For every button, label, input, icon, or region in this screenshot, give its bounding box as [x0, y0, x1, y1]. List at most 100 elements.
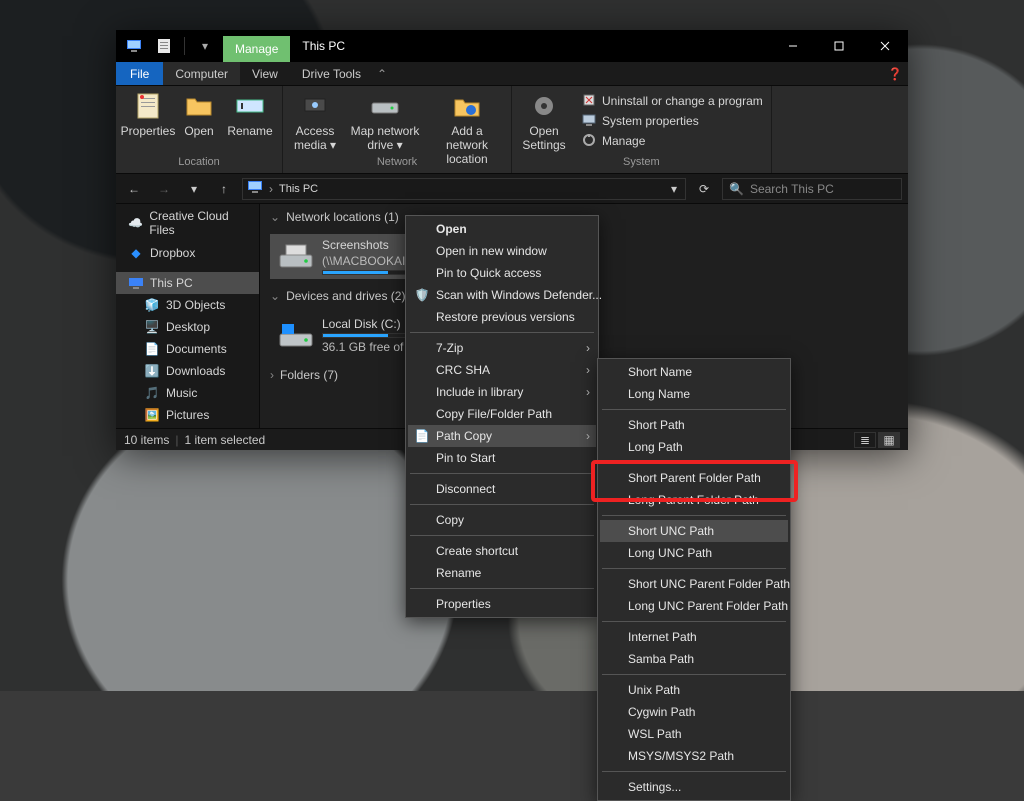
ribbon-uninstall[interactable]: Uninstall or change a program	[582, 92, 763, 110]
maximize-button[interactable]	[816, 30, 862, 62]
ctx-include-library[interactable]: Include in library›	[408, 381, 596, 403]
ribbon-rename[interactable]: Rename	[226, 90, 274, 138]
ribbon-open[interactable]: Open	[182, 90, 216, 138]
sub-samba-path[interactable]: Samba Path	[600, 648, 788, 670]
tree-ccf-label: Creative Cloud Files	[149, 209, 253, 237]
ctx-open-new-label: Open in new window	[436, 244, 547, 258]
ctx-copy-file-path[interactable]: Copy File/Folder Path	[408, 403, 596, 425]
ctx-pin-start[interactable]: Pin to Start	[408, 447, 596, 469]
tree-item-dropbox[interactable]: ◆Dropbox	[116, 242, 259, 264]
ctx-defender-label: Scan with Windows Defender...	[436, 288, 602, 302]
sub-short-unc[interactable]: Short UNC Path	[600, 520, 788, 542]
ribbon-open-settings[interactable]: Open Settings	[520, 90, 568, 152]
tab-computer[interactable]: Computer	[163, 62, 240, 85]
manage-icon	[582, 133, 596, 150]
ctx-create-shortcut[interactable]: Create shortcut	[408, 540, 596, 562]
sub-long-path[interactable]: Long Path	[600, 436, 788, 458]
tree-item-pictures[interactable]: 🖼️Pictures	[116, 404, 259, 426]
view-details-button[interactable]: ≣	[854, 432, 876, 448]
ctx-defender-scan[interactable]: 🛡️Scan with Windows Defender...	[408, 284, 596, 306]
title-context-tab[interactable]: Manage	[223, 36, 290, 62]
ctx-restore-versions[interactable]: Restore previous versions	[408, 306, 596, 328]
tab-view[interactable]: View	[240, 62, 290, 85]
ribbon-collapse-icon[interactable]: ⌃	[373, 62, 391, 85]
ctx-open-new-window[interactable]: Open in new window	[408, 240, 596, 262]
help-icon[interactable]: ❓	[882, 62, 908, 85]
addr-dropdown-icon[interactable]: ▾	[667, 182, 681, 196]
tree-documents-label: Documents	[166, 342, 227, 356]
tree-item-ccf[interactable]: ☁️Creative Cloud Files	[116, 212, 259, 234]
qat-dropdown-icon[interactable]: ▾	[191, 32, 219, 60]
ctx-separator	[602, 462, 786, 463]
ctx-copy[interactable]: Copy	[408, 509, 596, 531]
sub-wsl-path[interactable]: WSL Path	[600, 723, 788, 745]
sub-internet-label: Internet Path	[628, 630, 697, 644]
tree-item-music[interactable]: 🎵Music	[116, 382, 259, 404]
sub-settings-label: Settings...	[628, 780, 681, 794]
sub-long-parent[interactable]: Long Parent Folder Path	[600, 489, 788, 511]
tree-item-documents[interactable]: 📄Documents	[116, 338, 259, 360]
search-box[interactable]: 🔍 Search This PC	[722, 178, 902, 200]
tree-item-thispc[interactable]: This PC	[116, 272, 259, 294]
sub-long-unc-parent[interactable]: Long UNC Parent Folder Path	[600, 595, 788, 617]
ribbon-rename-label: Rename	[227, 124, 272, 138]
sub-long-unc[interactable]: Long UNC Path	[600, 542, 788, 564]
tab-file[interactable]: File	[116, 62, 163, 85]
status-selected: 1 item selected	[184, 433, 265, 447]
refresh-button[interactable]: ⟳	[692, 177, 716, 201]
ribbon-properties-label: Properties	[121, 124, 176, 138]
sub-msys-label: MSYS/MSYS2 Path	[628, 749, 734, 763]
ctx-separator	[602, 621, 786, 622]
qat-properties-icon[interactable]	[150, 32, 178, 60]
ctx-path-copy[interactable]: 📄Path Copy›	[408, 425, 596, 447]
ribbon-map-drive[interactable]: Map network drive ▾	[349, 90, 421, 152]
ctx-open-label: Open	[436, 222, 467, 236]
ribbon-group-location: Properties Open Rename Location	[116, 86, 283, 173]
breadcrumb-thispc[interactable]: This PC	[279, 183, 318, 195]
ctx-crc-sha[interactable]: CRC SHA›	[408, 359, 596, 381]
sub-short-name[interactable]: Short Name	[600, 361, 788, 383]
sub-cygwin-path[interactable]: Cygwin Path	[600, 701, 788, 723]
ribbon-properties[interactable]: Properties	[124, 90, 172, 138]
tree-3d-label: 3D Objects	[166, 298, 225, 312]
nav-back[interactable]: ←	[122, 177, 146, 201]
sub-long-name[interactable]: Long Name	[600, 383, 788, 405]
ribbon-add-network-location[interactable]: Add a network location	[431, 90, 503, 166]
ribbon-manage[interactable]: Manage	[582, 132, 763, 150]
ctx-open[interactable]: Open	[408, 218, 596, 240]
ctx-properties[interactable]: Properties	[408, 593, 596, 615]
ctx-pin-quick-access[interactable]: Pin to Quick access	[408, 262, 596, 284]
address-bar[interactable]: › This PC ▾	[242, 178, 686, 200]
ribbon-access-media-label: Access media ▾	[291, 124, 339, 152]
nav-forward[interactable]: →	[152, 177, 176, 201]
group-devices-label: Devices and drives (2)	[286, 289, 405, 303]
sub-msys-path[interactable]: MSYS/MSYS2 Path	[600, 745, 788, 767]
tab-drive-tools[interactable]: Drive Tools	[290, 62, 373, 85]
ctx-rename[interactable]: Rename	[408, 562, 596, 584]
sub-wsl-label: WSL Path	[628, 727, 682, 741]
ribbon: Properties Open Rename Location Access m…	[116, 86, 908, 174]
ctx-crc-label: CRC SHA	[436, 363, 490, 377]
tree-item-downloads[interactable]: ⬇️Downloads	[116, 360, 259, 382]
ribbon-system-properties[interactable]: System properties	[582, 112, 763, 130]
sub-short-path[interactable]: Short Path	[600, 414, 788, 436]
ctx-disconnect[interactable]: Disconnect	[408, 478, 596, 500]
sub-short-parent[interactable]: Short Parent Folder Path	[600, 467, 788, 489]
ctx-properties-label: Properties	[436, 597, 491, 611]
minimize-button[interactable]	[770, 30, 816, 62]
tree-item-desktop[interactable]: 🖥️Desktop	[116, 316, 259, 338]
music-icon: 🎵	[144, 385, 160, 401]
sub-unix-path[interactable]: Unix Path	[600, 679, 788, 701]
ribbon-access-media[interactable]: Access media ▾	[291, 90, 339, 152]
view-tiles-button[interactable]: ▦	[878, 432, 900, 448]
ctx-7zip[interactable]: 7-Zip›	[408, 337, 596, 359]
tree-pictures-label: Pictures	[166, 408, 209, 422]
nav-up[interactable]: ↑	[212, 177, 236, 201]
tree-item-3dobjects[interactable]: 🧊3D Objects	[116, 294, 259, 316]
close-button[interactable]	[862, 30, 908, 62]
sub-short-unc-parent[interactable]: Short UNC Parent Folder Path	[600, 573, 788, 595]
sub-internet-path[interactable]: Internet Path	[600, 626, 788, 648]
thispc-icon	[120, 32, 148, 60]
nav-recent-dropdown[interactable]: ▾	[182, 177, 206, 201]
sub-settings[interactable]: Settings...	[600, 776, 788, 798]
